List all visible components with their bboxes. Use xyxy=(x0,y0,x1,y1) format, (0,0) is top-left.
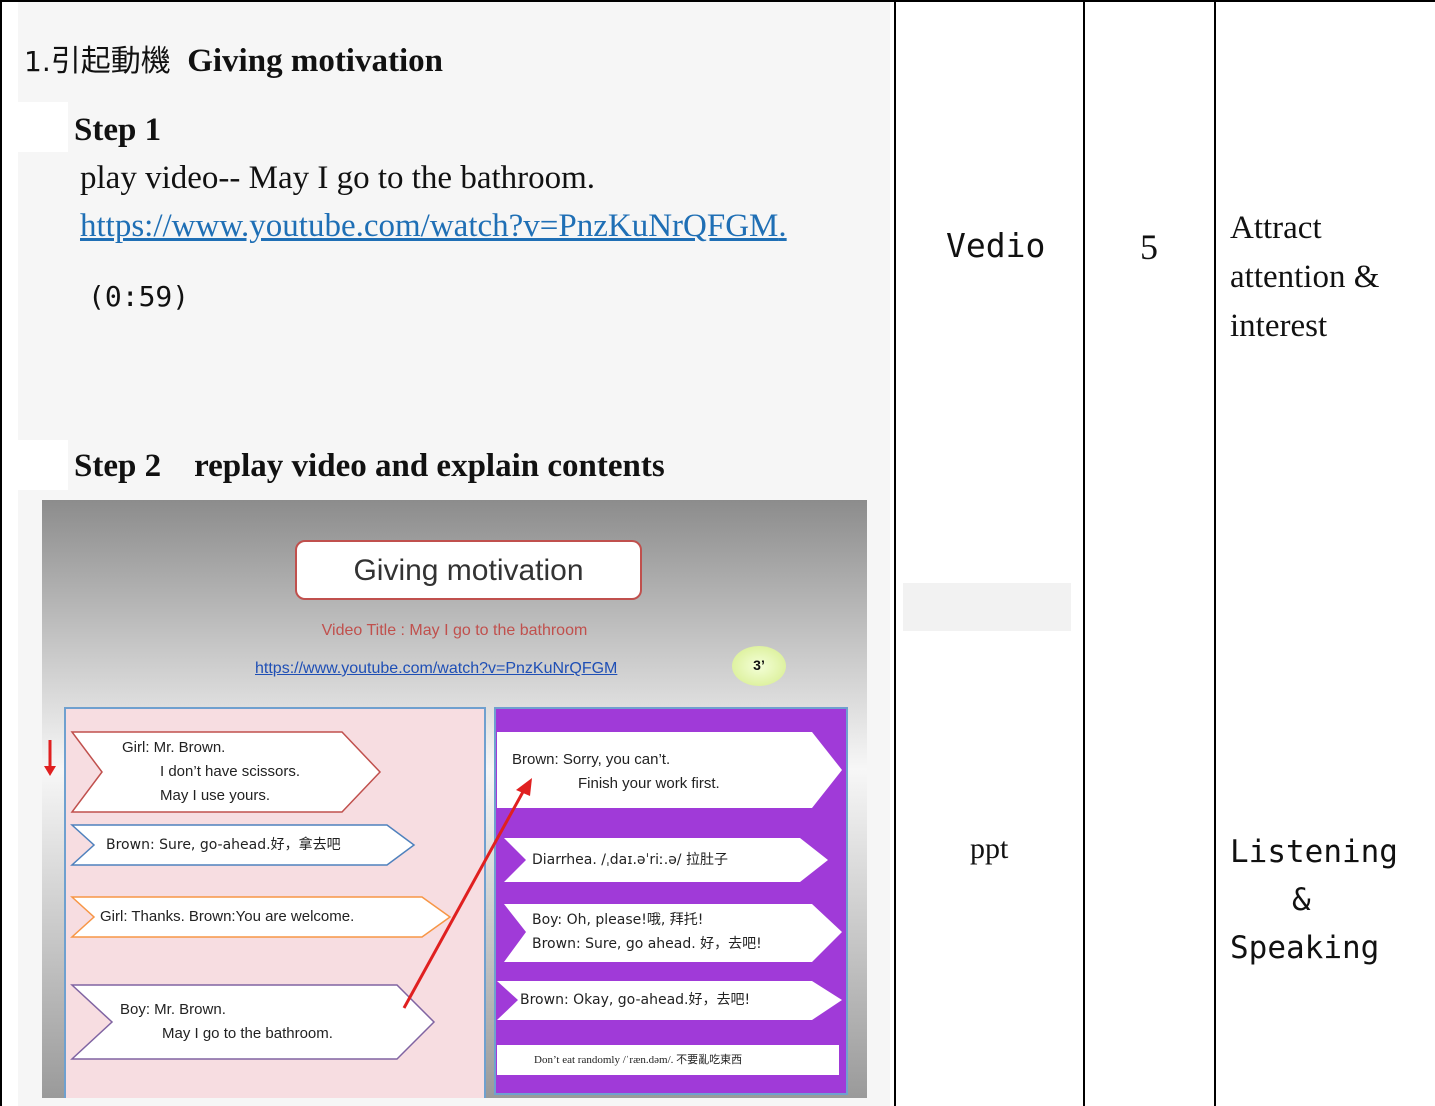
bubble-brown-go-ahead: Brown: Sure, go ahead. 好，去吧! xyxy=(532,936,762,952)
heading-en: Giving motivation xyxy=(187,43,443,79)
step-1-text: play video-- May I go to the bathroom. xyxy=(80,160,596,196)
step-2-label: Step 2 replay video and explain contents xyxy=(74,448,665,484)
bubble-dont-eat: Don’t eat randomly /ˈræn.dəm/. 不要亂吃東西 xyxy=(534,1054,743,1066)
bubble-brown-sorry-line-2: Finish your work first. xyxy=(578,775,720,792)
slide-image: Giving motivation Video Title : May I go… xyxy=(42,500,867,1098)
section-heading: 1.引起動機 Giving motivation xyxy=(24,36,443,80)
purpose-listening-line-2: & xyxy=(1292,882,1311,918)
column-divider-3 xyxy=(1214,0,1216,1106)
media-ppt: ppt xyxy=(970,832,1009,865)
bubble-girl-1-line-3: May I use yours. xyxy=(160,787,271,804)
video-duration: (0:59) xyxy=(88,280,190,313)
purpose-listening-line-1: Listening xyxy=(1230,834,1398,870)
minutes-5: 5 xyxy=(1140,227,1158,267)
column-divider-2 xyxy=(1083,0,1085,1106)
video-link-text[interactable]: https://www.youtube.com/watch?v=PnzKuNrQ… xyxy=(80,208,778,244)
purpose-listening-line-3: Speaking xyxy=(1230,930,1380,966)
purpose-attract: Attract attention & interest xyxy=(1230,204,1379,351)
purpose-attract-line-3: interest xyxy=(1230,308,1328,344)
heading-number: 1. xyxy=(24,45,51,78)
purpose-listening: Listening & Speaking xyxy=(1230,828,1398,972)
purpose-attract-line-2: attention & xyxy=(1230,259,1380,295)
link-period: . xyxy=(778,208,787,244)
bubble-girl-1-line-2: I don’t have scissors. xyxy=(160,763,301,780)
bubble-brown-sure: Brown: Sure, go-ahead.好，拿去吧 xyxy=(106,837,341,853)
bubble-boy-line-2: May I go to the bathroom. xyxy=(162,1025,333,1042)
media-blank-cell xyxy=(903,583,1071,631)
column-divider-1 xyxy=(894,0,896,1106)
bubble-boy-line-1: Boy: Mr. Brown. xyxy=(120,1001,226,1018)
bubble-brown-okay: Brown: Okay, go-ahead.好，去吧! xyxy=(520,992,751,1008)
bubble-boy-please: Boy: Oh, please!哦, 拜托! xyxy=(532,912,704,928)
purpose-attract-line-1: Attract xyxy=(1230,210,1322,246)
media-vedio: Vedio xyxy=(946,226,1046,265)
step-1-label: Step 1 xyxy=(74,112,162,148)
bubble-diarrhea: Diarrhea. /ˌdaɪ.əˈriː.ə/ 拉肚子 xyxy=(532,852,728,868)
bubble-thanks: Girl: Thanks. Brown:You are welcome. xyxy=(100,908,355,925)
bubble-girl-1-line-1: Girl: Mr. Brown. xyxy=(122,739,226,756)
table-left-border xyxy=(0,0,2,1106)
bubble-brown-sorry-line-1: Brown: Sorry, you can’t. xyxy=(512,751,671,768)
heading-cjk: 引起動機 xyxy=(50,44,171,79)
video-link[interactable]: https://www.youtube.com/watch?v=PnzKuNrQ… xyxy=(80,208,787,245)
